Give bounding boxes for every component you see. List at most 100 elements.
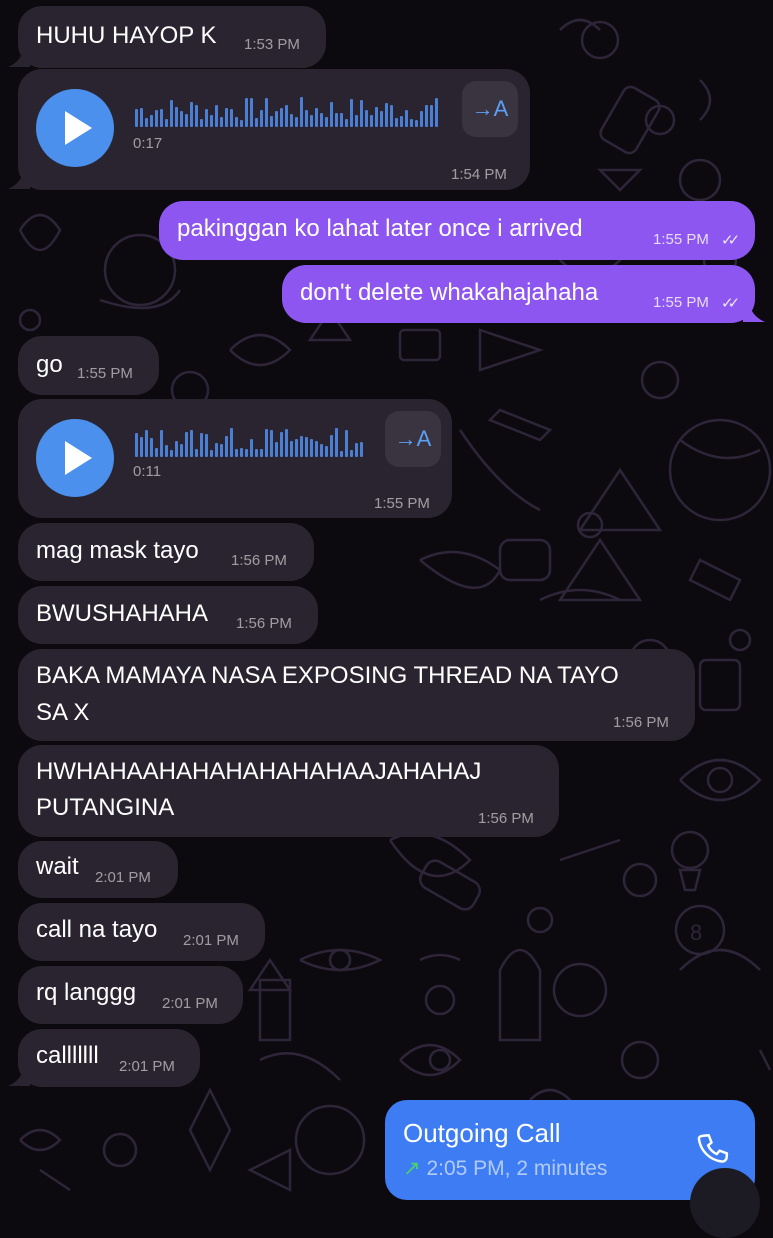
waveform-bar <box>350 99 353 127</box>
waveform-bar <box>220 117 223 127</box>
incoming-voice-message[interactable]: 0:11 →A 1:55 PM <box>18 399 452 518</box>
read-receipt-icon: ✓✓ <box>721 295 740 312</box>
waveform-bar <box>275 442 278 457</box>
call-detail: ↗ 2:05 PM, 2 minutes <box>403 1156 607 1181</box>
call-time-duration: 2:05 PM, 2 minutes <box>426 1157 608 1180</box>
message-text: wait <box>36 853 79 880</box>
waveform-bar <box>300 436 303 457</box>
waveform-bar <box>205 109 208 127</box>
read-receipt-icon: ✓✓ <box>721 232 740 249</box>
message-text: call na tayo <box>36 916 158 943</box>
waveform-bar <box>360 100 363 127</box>
phone-icon[interactable] <box>693 1130 735 1172</box>
waveform-bar <box>365 110 368 127</box>
incoming-message[interactable]: mag mask tayo 1:56 PM <box>18 523 314 581</box>
outgoing-message[interactable]: pakinggan ko lahat later once i arrived … <box>159 201 755 260</box>
voice-waveform[interactable] <box>135 97 438 127</box>
waveform-bar <box>165 119 168 127</box>
waveform-bar <box>420 111 423 127</box>
incoming-message[interactable]: rq langgg 2:01 PM <box>18 966 243 1024</box>
waveform-bar <box>280 108 283 127</box>
waveform-bar <box>245 98 248 127</box>
waveform-bar <box>185 114 188 127</box>
waveform-bar <box>285 105 288 127</box>
waveform-bar <box>135 433 138 457</box>
waveform-bar <box>240 120 243 127</box>
waveform-bar <box>295 117 298 127</box>
message-text: calllllll <box>36 1042 99 1069</box>
message-time: 1:56 PM <box>231 552 287 569</box>
incoming-message[interactable]: call na tayo 2:01 PM <box>18 903 265 961</box>
outgoing-message[interactable]: don't delete whakahajahaha 1:55 PM ✓✓ <box>282 265 755 323</box>
waveform-bar <box>190 430 193 457</box>
waveform-bar <box>320 113 323 127</box>
waveform-bar <box>160 430 163 457</box>
message-time: 2:01 PM <box>119 1058 175 1075</box>
waveform-bar <box>210 115 213 127</box>
incoming-message[interactable]: BAKA MAMAYA NASA EXPOSING THREAD NA TAYO… <box>18 649 695 741</box>
message-text: HUHU HAYOP K <box>36 22 217 49</box>
message-text-line1: HWHAHAAHAHAHAHAHAHAAJAHAHAJ <box>36 758 482 785</box>
waveform-bar <box>335 113 338 127</box>
waveform-bar <box>220 444 223 457</box>
play-icon[interactable] <box>36 419 114 497</box>
message-text: BWUSHAHAHA <box>36 600 209 627</box>
waveform-bar <box>230 109 233 127</box>
incoming-message[interactable]: calllllll 2:01 PM <box>18 1029 200 1087</box>
incoming-message[interactable]: BWUSHAHAHA 1:56 PM <box>18 586 318 644</box>
waveform-bar <box>170 450 173 457</box>
waveform-bar <box>305 110 308 127</box>
incoming-message[interactable]: wait 2:01 PM <box>18 841 178 898</box>
waveform-bar <box>315 441 318 457</box>
waveform-bar <box>280 432 283 457</box>
incoming-message[interactable]: HWHAHAAHAHAHAHAHAHAAJAHAHAJ PUTANGINA 1:… <box>18 745 559 837</box>
waveform-bar <box>325 446 328 457</box>
waveform-bar <box>250 439 253 457</box>
message-text: mag mask tayo <box>36 537 199 564</box>
message-time: 1:56 PM <box>236 615 292 632</box>
play-icon[interactable] <box>36 89 114 167</box>
transcribe-button[interactable]: →A <box>385 411 441 467</box>
incoming-voice-message[interactable]: 0:17 →A 1:54 PM <box>18 69 530 190</box>
waveform-bar <box>415 120 418 127</box>
waveform-bar <box>270 430 273 457</box>
waveform-bar <box>150 115 153 127</box>
waveform-bar <box>210 450 213 457</box>
message-text-line2: PUTANGINA <box>36 794 175 821</box>
waveform-bar <box>260 449 263 457</box>
message-time: 1:55 PM <box>653 231 709 248</box>
message-text: go <box>36 351 63 378</box>
waveform-bar <box>215 443 218 457</box>
waveform-bar <box>165 445 168 457</box>
waveform-bar <box>295 439 298 457</box>
incoming-message[interactable]: go 1:55 PM <box>18 336 159 395</box>
waveform-bar <box>410 119 413 127</box>
waveform-bar <box>200 119 203 127</box>
scroll-down-button[interactable] <box>690 1168 760 1238</box>
waveform-bar <box>380 111 383 127</box>
waveform-bar <box>350 450 353 457</box>
incoming-message[interactable]: HUHU HAYOP K 1:53 PM <box>18 6 326 68</box>
message-text: rq langgg <box>36 979 137 1006</box>
message-time: 1:55 PM <box>653 294 709 311</box>
waveform-bar <box>195 449 198 457</box>
message-time: 1:56 PM <box>478 810 534 827</box>
waveform-bar <box>255 118 258 127</box>
waveform-bar <box>195 105 198 127</box>
waveform-bar <box>335 428 338 457</box>
waveform-bar <box>160 109 163 127</box>
waveform-bar <box>265 98 268 127</box>
waveform-bar <box>430 105 433 127</box>
waveform-bar <box>330 435 333 457</box>
voice-waveform[interactable] <box>135 427 363 457</box>
waveform-bar <box>250 98 253 127</box>
waveform-bar <box>405 110 408 127</box>
message-time: 1:55 PM <box>77 365 133 382</box>
waveform-bar <box>205 434 208 457</box>
waveform-bar <box>230 428 233 457</box>
transcribe-button[interactable]: →A <box>462 81 518 137</box>
waveform-bar <box>180 444 183 457</box>
waveform-bar <box>310 439 313 457</box>
waveform-bar <box>235 117 238 127</box>
message-time: 2:01 PM <box>95 869 151 886</box>
